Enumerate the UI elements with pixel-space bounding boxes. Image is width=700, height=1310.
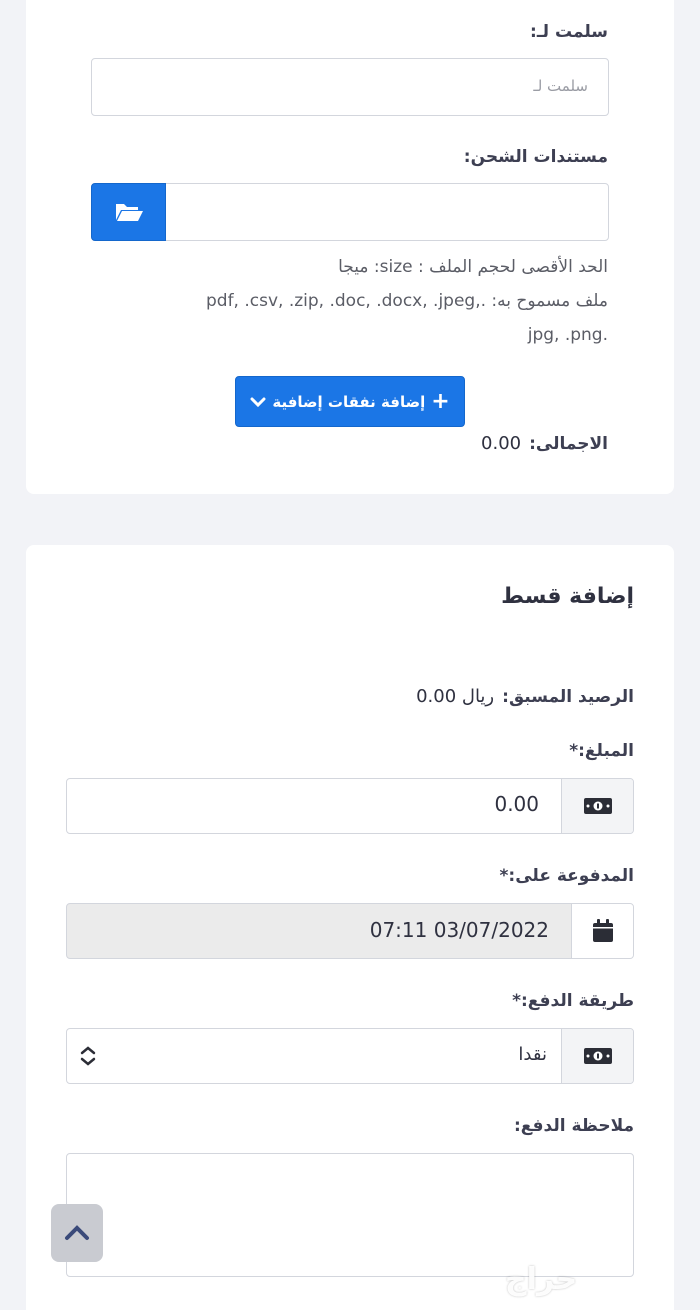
prepaid-balance-label: الرصيد المسبق: bbox=[502, 686, 634, 707]
scroll-to-top-button[interactable] bbox=[51, 1204, 103, 1262]
received-by-placeholder: سلمت لـ bbox=[533, 77, 588, 95]
paid-on-label: المدفوعة على:* bbox=[499, 866, 635, 886]
payment-note-textarea[interactable] bbox=[66, 1153, 634, 1277]
installment-title: إضافة قسط bbox=[501, 584, 634, 609]
payment-method-label: طريقة الدفع:* bbox=[512, 991, 634, 1011]
paid-on-input[interactable]: 07:11 03/07/2022 bbox=[67, 918, 549, 942]
received-by-input[interactable]: سلمت لـ bbox=[91, 58, 609, 116]
add-extra-expenses-button[interactable]: + إضافة نفقات إضافية bbox=[235, 376, 465, 427]
haraj-watermark: حراج bbox=[505, 1262, 578, 1297]
money-bill-icon bbox=[583, 798, 612, 814]
shipping-docs-file-input[interactable] bbox=[91, 183, 609, 241]
prepaid-balance-value: ريال 0.00 bbox=[416, 686, 495, 707]
chevron-up-icon bbox=[65, 1225, 89, 1240]
plus-icon: + bbox=[431, 388, 450, 414]
max-size-text: الحد الأقصى لحجم الملف : size: ميجا bbox=[338, 257, 608, 277]
add-extra-expenses-label: إضافة نفقات إضافية bbox=[272, 392, 426, 411]
payment-method-select-group[interactable]: نقدا bbox=[66, 1028, 634, 1084]
payment-note-label: ملاحظة الدفع: bbox=[513, 1116, 634, 1136]
prepaid-balance-row: الرصيد المسبق: ريال 0.00 bbox=[416, 686, 634, 707]
payment-method-addon bbox=[561, 1029, 633, 1083]
shipping-docs-label: مستندات الشحن: bbox=[463, 147, 608, 167]
allowed-files-text-2: .jpg, .png bbox=[527, 325, 608, 345]
total-row: الاجمالى: 0.00 bbox=[481, 433, 608, 454]
browse-file-button[interactable] bbox=[91, 183, 166, 241]
paid-on-input-group: 07:11 03/07/2022 bbox=[66, 903, 634, 959]
amount-label: المبلغ:* bbox=[569, 741, 634, 761]
total-value: 0.00 bbox=[481, 433, 522, 454]
allowed-files-text: ملف مسموح به: .,pdf, .csv, .zip, .doc, .… bbox=[205, 291, 608, 311]
amount-addon bbox=[561, 779, 633, 833]
received-by-label: سلمت لـ: bbox=[530, 22, 608, 42]
amount-input-group: 0.00 bbox=[66, 778, 634, 834]
folder-open-icon bbox=[115, 204, 143, 221]
chevron-down-icon bbox=[250, 397, 266, 407]
calendar-addon[interactable] bbox=[571, 904, 633, 958]
payment-method-select[interactable]: نقدا bbox=[518, 1044, 547, 1065]
total-label: الاجمالى: bbox=[529, 433, 608, 454]
select-arrows-icon bbox=[79, 1045, 97, 1071]
money-bill-icon bbox=[583, 1048, 612, 1064]
amount-input[interactable]: 0.00 bbox=[67, 792, 539, 816]
calendar-icon bbox=[592, 919, 613, 942]
